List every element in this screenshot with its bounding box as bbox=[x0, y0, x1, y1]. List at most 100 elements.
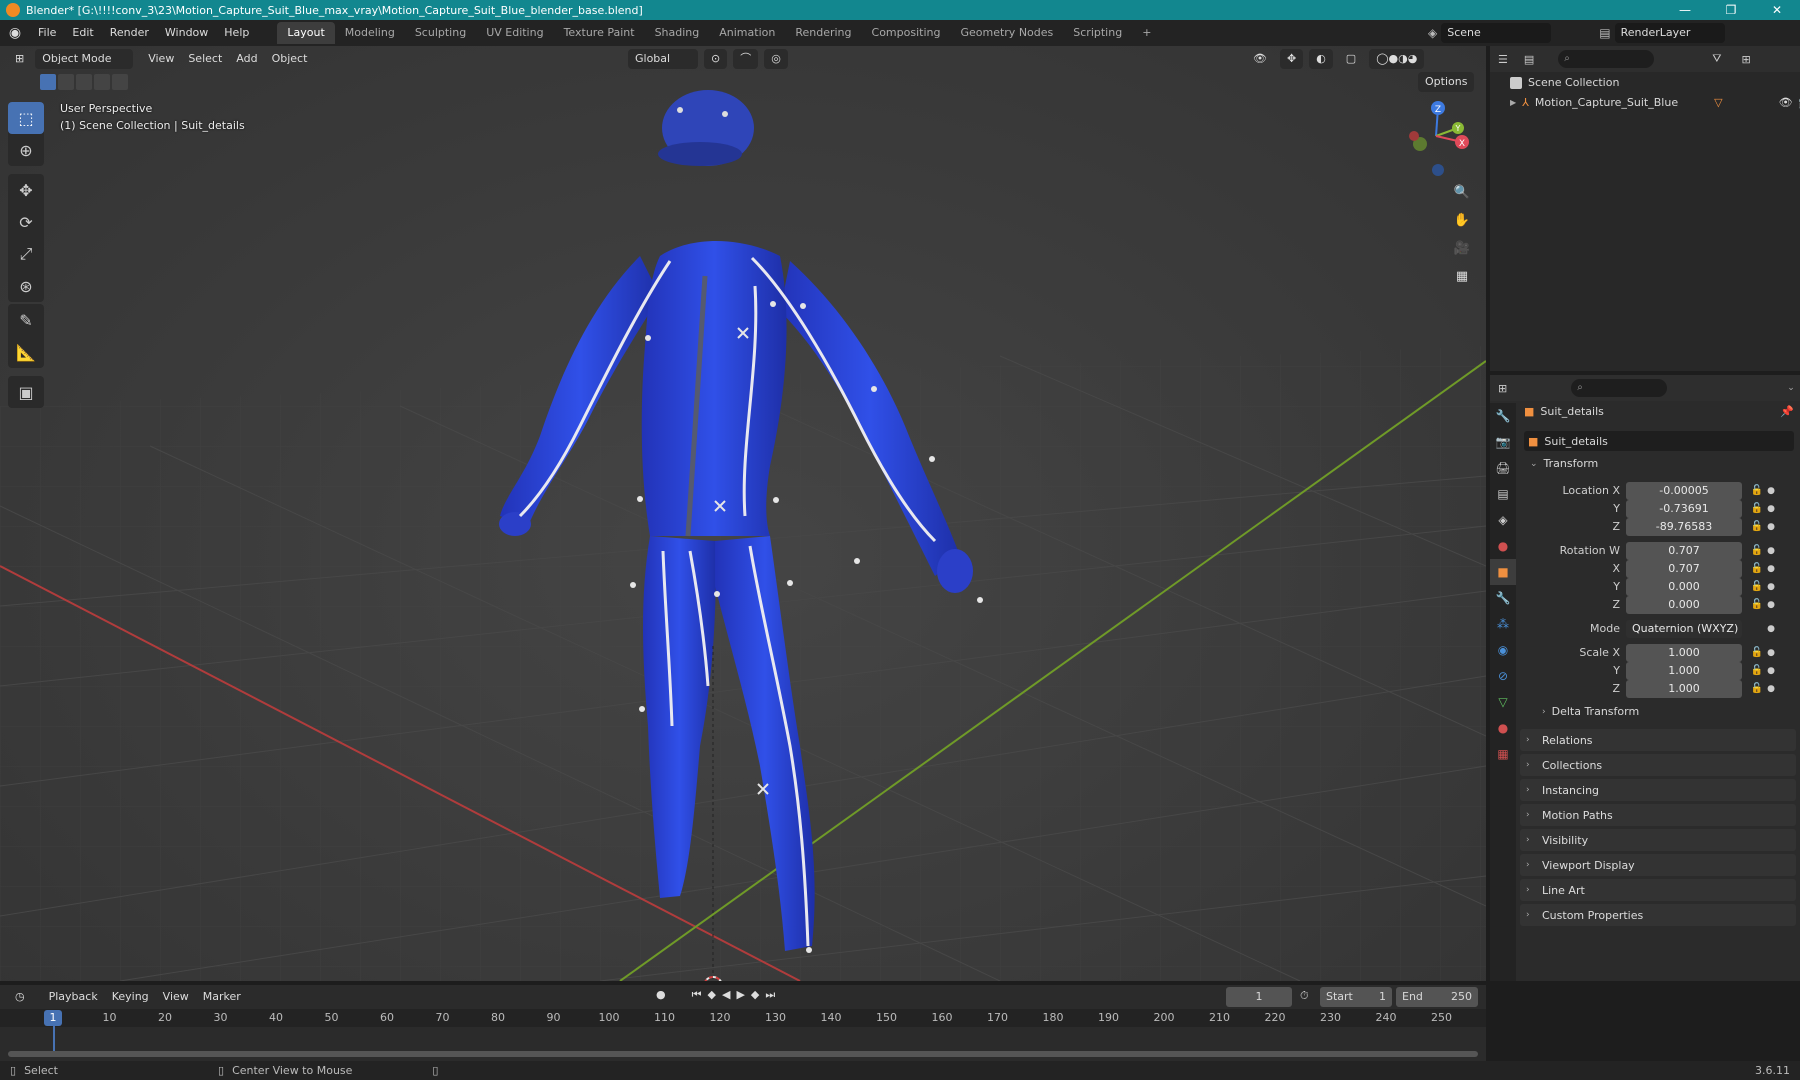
options-dropdown[interactable]: Options bbox=[1418, 72, 1475, 92]
world-tab-icon[interactable]: ● bbox=[1490, 533, 1516, 559]
3d-viewport[interactable]: ⊞ Object Mode View Select Add Object Glo… bbox=[0, 46, 1486, 981]
keyframe-dot-icon[interactable]: ● bbox=[1766, 624, 1776, 634]
tab-compositing[interactable]: Compositing bbox=[862, 22, 951, 44]
rotation-y-field[interactable]: 0.000 bbox=[1626, 577, 1742, 596]
keyframe-dot-icon[interactable]: ● bbox=[1766, 486, 1776, 496]
scale-y-field[interactable]: 1.000 bbox=[1626, 661, 1742, 680]
lock-icon[interactable]: 🔓 bbox=[1748, 683, 1766, 694]
location-z-field[interactable]: -89.76583 bbox=[1626, 517, 1742, 536]
stopwatch-icon[interactable]: ⏱ bbox=[1300, 989, 1309, 1003]
tab-modeling[interactable]: Modeling bbox=[335, 22, 405, 44]
select-subtract-icon[interactable] bbox=[76, 74, 92, 90]
menu-view[interactable]: View bbox=[141, 49, 181, 69]
keyframe-dot-icon[interactable]: ● bbox=[1766, 666, 1776, 676]
pivot-icon[interactable]: ⊙ bbox=[704, 49, 728, 69]
current-frame-field[interactable]: 1 bbox=[1226, 987, 1292, 1007]
timeline-ruler[interactable]: 1 10 20 30 40 50 60 70 80 90 100 110 120 130 140 150 16… bbox=[0, 1009, 1486, 1027]
close-button[interactable]: ✕ bbox=[1754, 0, 1800, 20]
navigation-gizmo[interactable]: Z Y X bbox=[1400, 98, 1470, 178]
rotate-tool-icon[interactable]: ⟳ bbox=[8, 206, 44, 238]
shading-modes-icon[interactable]: ◯●◑◕ bbox=[1369, 49, 1425, 69]
tab-rendering[interactable]: Rendering bbox=[785, 22, 861, 44]
keyframe-dot-icon[interactable]: ● bbox=[1766, 582, 1776, 592]
play-icon[interactable]: ▶ bbox=[736, 988, 744, 1002]
panel-viewport-display[interactable]: › Viewport Display bbox=[1520, 854, 1796, 876]
annotate-tool-icon[interactable]: ✎ bbox=[8, 304, 44, 336]
new-collection-icon[interactable]: ⊞ bbox=[1742, 53, 1751, 66]
end-frame-field[interactable]: End 250 bbox=[1396, 987, 1478, 1007]
cursor-tool-icon[interactable]: ⊕ bbox=[8, 134, 44, 166]
view-layer-tab-icon[interactable]: ▤ bbox=[1490, 481, 1516, 507]
menu-add[interactable]: Add bbox=[229, 49, 264, 69]
select-extend-icon[interactable] bbox=[58, 74, 74, 90]
tab-scripting[interactable]: Scripting bbox=[1063, 22, 1132, 44]
menu-edit[interactable]: Edit bbox=[64, 20, 101, 46]
rotation-w-field[interactable]: 0.707 bbox=[1626, 541, 1742, 560]
xray-icon[interactable]: ▢ bbox=[1339, 49, 1363, 69]
lock-icon[interactable]: 🔓 bbox=[1748, 545, 1766, 556]
editor-type-icon[interactable]: ⊞ bbox=[8, 49, 31, 69]
menu-marker[interactable]: Marker bbox=[196, 987, 248, 1007]
menu-render[interactable]: Render bbox=[102, 20, 157, 46]
minimize-button[interactable]: — bbox=[1662, 0, 1708, 20]
jump-end-icon[interactable]: ⏭ bbox=[765, 988, 775, 1002]
visibility-icon[interactable]: 👁 bbox=[1246, 49, 1274, 69]
panel-instancing[interactable]: › Instancing bbox=[1520, 779, 1796, 801]
snap-icon[interactable]: ⌒ bbox=[733, 49, 759, 69]
select-invert-icon[interactable] bbox=[94, 74, 110, 90]
blender-menu-icon[interactable]: ◉ bbox=[0, 25, 30, 41]
lock-icon[interactable]: 🔓 bbox=[1748, 503, 1766, 514]
outliner-root-row[interactable]: Scene Collection bbox=[1510, 76, 1619, 89]
select-new-icon[interactable] bbox=[40, 74, 56, 90]
tab-sculpting[interactable]: Sculpting bbox=[405, 22, 476, 44]
scale-x-field[interactable]: 1.000 bbox=[1626, 643, 1742, 662]
lock-icon[interactable]: 🔓 bbox=[1748, 647, 1766, 658]
menu-window[interactable]: Window bbox=[157, 20, 216, 46]
outliner-item[interactable]: ▶ ⅄ Motion_Capture_Suit_Blue ▽ 👁 📷 bbox=[1510, 92, 1800, 112]
transform-tool-icon[interactable]: ⊛ bbox=[8, 270, 44, 302]
next-keyframe-icon[interactable]: ◆ bbox=[751, 988, 759, 1002]
tab-shading[interactable]: Shading bbox=[645, 22, 710, 44]
properties-options-icon[interactable]: ⌄ bbox=[1787, 383, 1795, 393]
lock-icon[interactable]: 🔓 bbox=[1748, 521, 1766, 532]
panel-custom-properties[interactable]: › Custom Properties bbox=[1520, 904, 1796, 926]
render-tab-icon[interactable]: 📷 bbox=[1490, 429, 1516, 455]
lock-icon[interactable]: 🔓 bbox=[1748, 485, 1766, 496]
location-x-field[interactable]: -0.00005 bbox=[1626, 481, 1742, 500]
menu-file[interactable]: File bbox=[30, 20, 64, 46]
keyframe-dot-icon[interactable]: ● bbox=[1766, 648, 1776, 658]
scale-z-field[interactable]: 1.000 bbox=[1626, 679, 1742, 698]
menu-timeline-view[interactable]: View bbox=[156, 987, 196, 1007]
playhead[interactable]: 1 bbox=[44, 1010, 62, 1026]
keyframe-dot-icon[interactable]: ● bbox=[1766, 546, 1776, 556]
panel-visibility[interactable]: › Visibility bbox=[1520, 829, 1796, 851]
lock-icon[interactable]: 🔓 bbox=[1748, 665, 1766, 676]
menu-keying[interactable]: Keying bbox=[105, 987, 156, 1007]
proportional-edit-icon[interactable]: ◎ bbox=[764, 49, 788, 69]
jump-start-icon[interactable]: ⏮ bbox=[692, 988, 702, 1002]
properties-search-input[interactable]: ⌕ bbox=[1571, 379, 1668, 397]
menu-object[interactable]: Object bbox=[265, 49, 315, 69]
outliner-editor-icon[interactable]: ☰ bbox=[1498, 53, 1508, 66]
zoom-icon[interactable]: 🔍 bbox=[1450, 180, 1474, 204]
keyframe-dot-icon[interactable]: ● bbox=[1766, 684, 1776, 694]
maximize-button[interactable]: ❐ bbox=[1708, 0, 1754, 20]
record-icon[interactable]: ● bbox=[656, 988, 666, 1002]
panel-relations[interactable]: › Relations bbox=[1520, 729, 1796, 751]
delta-transform-header[interactable]: › Delta Transform bbox=[1542, 705, 1639, 718]
panel-collections[interactable]: › Collections bbox=[1520, 754, 1796, 776]
prev-keyframe-icon[interactable]: ◆ bbox=[708, 988, 716, 1002]
scale-tool-icon[interactable]: ⤢ bbox=[8, 238, 44, 270]
overlay-toggle-icon[interactable]: ◐ bbox=[1309, 49, 1333, 69]
rotation-z-field[interactable]: 0.000 bbox=[1626, 595, 1742, 614]
pan-hand-icon[interactable]: ✋ bbox=[1450, 208, 1474, 232]
timeline-editor-icon[interactable]: ◷ bbox=[8, 987, 32, 1007]
panel-motion-paths[interactable]: › Motion Paths bbox=[1520, 804, 1796, 826]
panel-line-art[interactable]: › Line Art bbox=[1520, 879, 1796, 901]
constraints-tab-icon[interactable]: ⊘ bbox=[1490, 663, 1516, 689]
lock-icon[interactable]: 🔓 bbox=[1748, 599, 1766, 610]
menu-playback[interactable]: Playback bbox=[42, 987, 105, 1007]
particles-tab-icon[interactable]: ⁂ bbox=[1490, 611, 1516, 637]
timeline-scrollbar[interactable] bbox=[8, 1051, 1478, 1057]
texture-tab-icon[interactable]: ▦ bbox=[1490, 741, 1516, 767]
